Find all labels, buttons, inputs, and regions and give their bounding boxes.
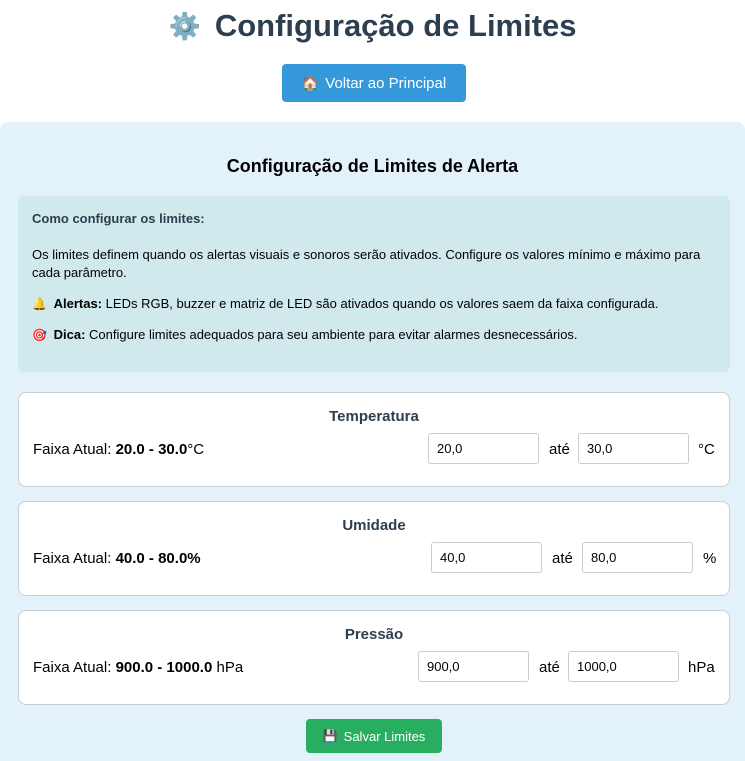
humidity-max-input[interactable] [582,542,693,573]
unit-label: °C [698,441,715,458]
current-range: Faixa Atual: 40.0 - 80.0% [33,550,201,567]
pressure-card: Pressão Faixa Atual: 900.0 - 1000.0 hPa … [18,610,730,705]
temperature-card: Temperatura Faixa Atual: 20.0 - 30.0°C a… [18,392,730,487]
info-box: Como configurar os limites: Os limites d… [18,196,730,372]
range-value: 900.0 - 1000.0 [115,659,213,676]
back-to-main-button[interactable]: 🏠 Voltar ao Principal [282,64,466,102]
target-icon: 🎯 [32,328,47,342]
home-icon: 🏠 [301,74,320,91]
info-heading: Como configurar os limites: [32,211,205,226]
alerts-text: LEDs RGB, buzzer e matriz de LED são ati… [105,296,659,311]
to-label: até [539,659,560,676]
unit-label: hPa [688,659,715,676]
temperature-min-input[interactable] [428,433,539,464]
range-prefix: Faixa Atual: [33,550,112,567]
current-range: Faixa Atual: 900.0 - 1000.0 hPa [33,659,243,676]
range-prefix: Faixa Atual: [33,659,112,676]
pressure-min-input[interactable] [418,651,529,682]
humidity-min-input[interactable] [431,542,542,573]
range-value: 40.0 - 80.0 [115,550,188,567]
unit-label: % [703,550,717,567]
temperature-max-input[interactable] [578,433,689,464]
sensor-name: Temperatura [329,408,419,425]
bell-icon: 🔔 [32,297,47,311]
save-limits-button[interactable]: 💾 Salvar Limites [306,719,442,753]
pressure-max-input[interactable] [568,651,679,682]
save-button-label: Salvar Limites [343,728,426,744]
info-alerts: 🔔 Alertas: LEDs RGB, buzzer e matriz de … [32,295,716,313]
gear-icon: ⚙️ [168,10,201,41]
tip-label: Dica: [53,327,86,342]
range-prefix: Faixa Atual: [33,441,112,458]
page-title: ⚙️ Configuração de Limites [0,6,745,46]
range-value: 20.0 - 30.0 [115,441,188,458]
page-title-text: Configuração de Limites [214,8,577,43]
current-range: Faixa Atual: 20.0 - 30.0°C [33,441,204,458]
back-button-label: Voltar ao Principal [325,74,447,92]
floppy-disk-icon: 💾 [322,729,338,743]
to-label: até [552,550,573,567]
limits-panel: Configuração de Limites de Alerta Como c… [0,122,745,761]
tip-text: Configure limites adequados para seu amb… [89,327,578,342]
sensor-name: Umidade [342,517,406,534]
range-unit: °C [187,441,205,458]
to-label: até [549,441,570,458]
range-unit: hPa [216,659,244,676]
range-unit: % [187,550,201,567]
alerts-label: Alertas: [53,296,103,311]
sensor-name: Pressão [344,626,404,643]
panel-title: Configuração de Limites de Alerta [226,156,519,176]
info-description: Os limites definem quando os alertas vis… [32,247,701,280]
info-tip: 🎯 Dica: Configure limites adequados para… [32,326,716,344]
humidity-card: Umidade Faixa Atual: 40.0 - 80.0% até % [18,501,730,596]
